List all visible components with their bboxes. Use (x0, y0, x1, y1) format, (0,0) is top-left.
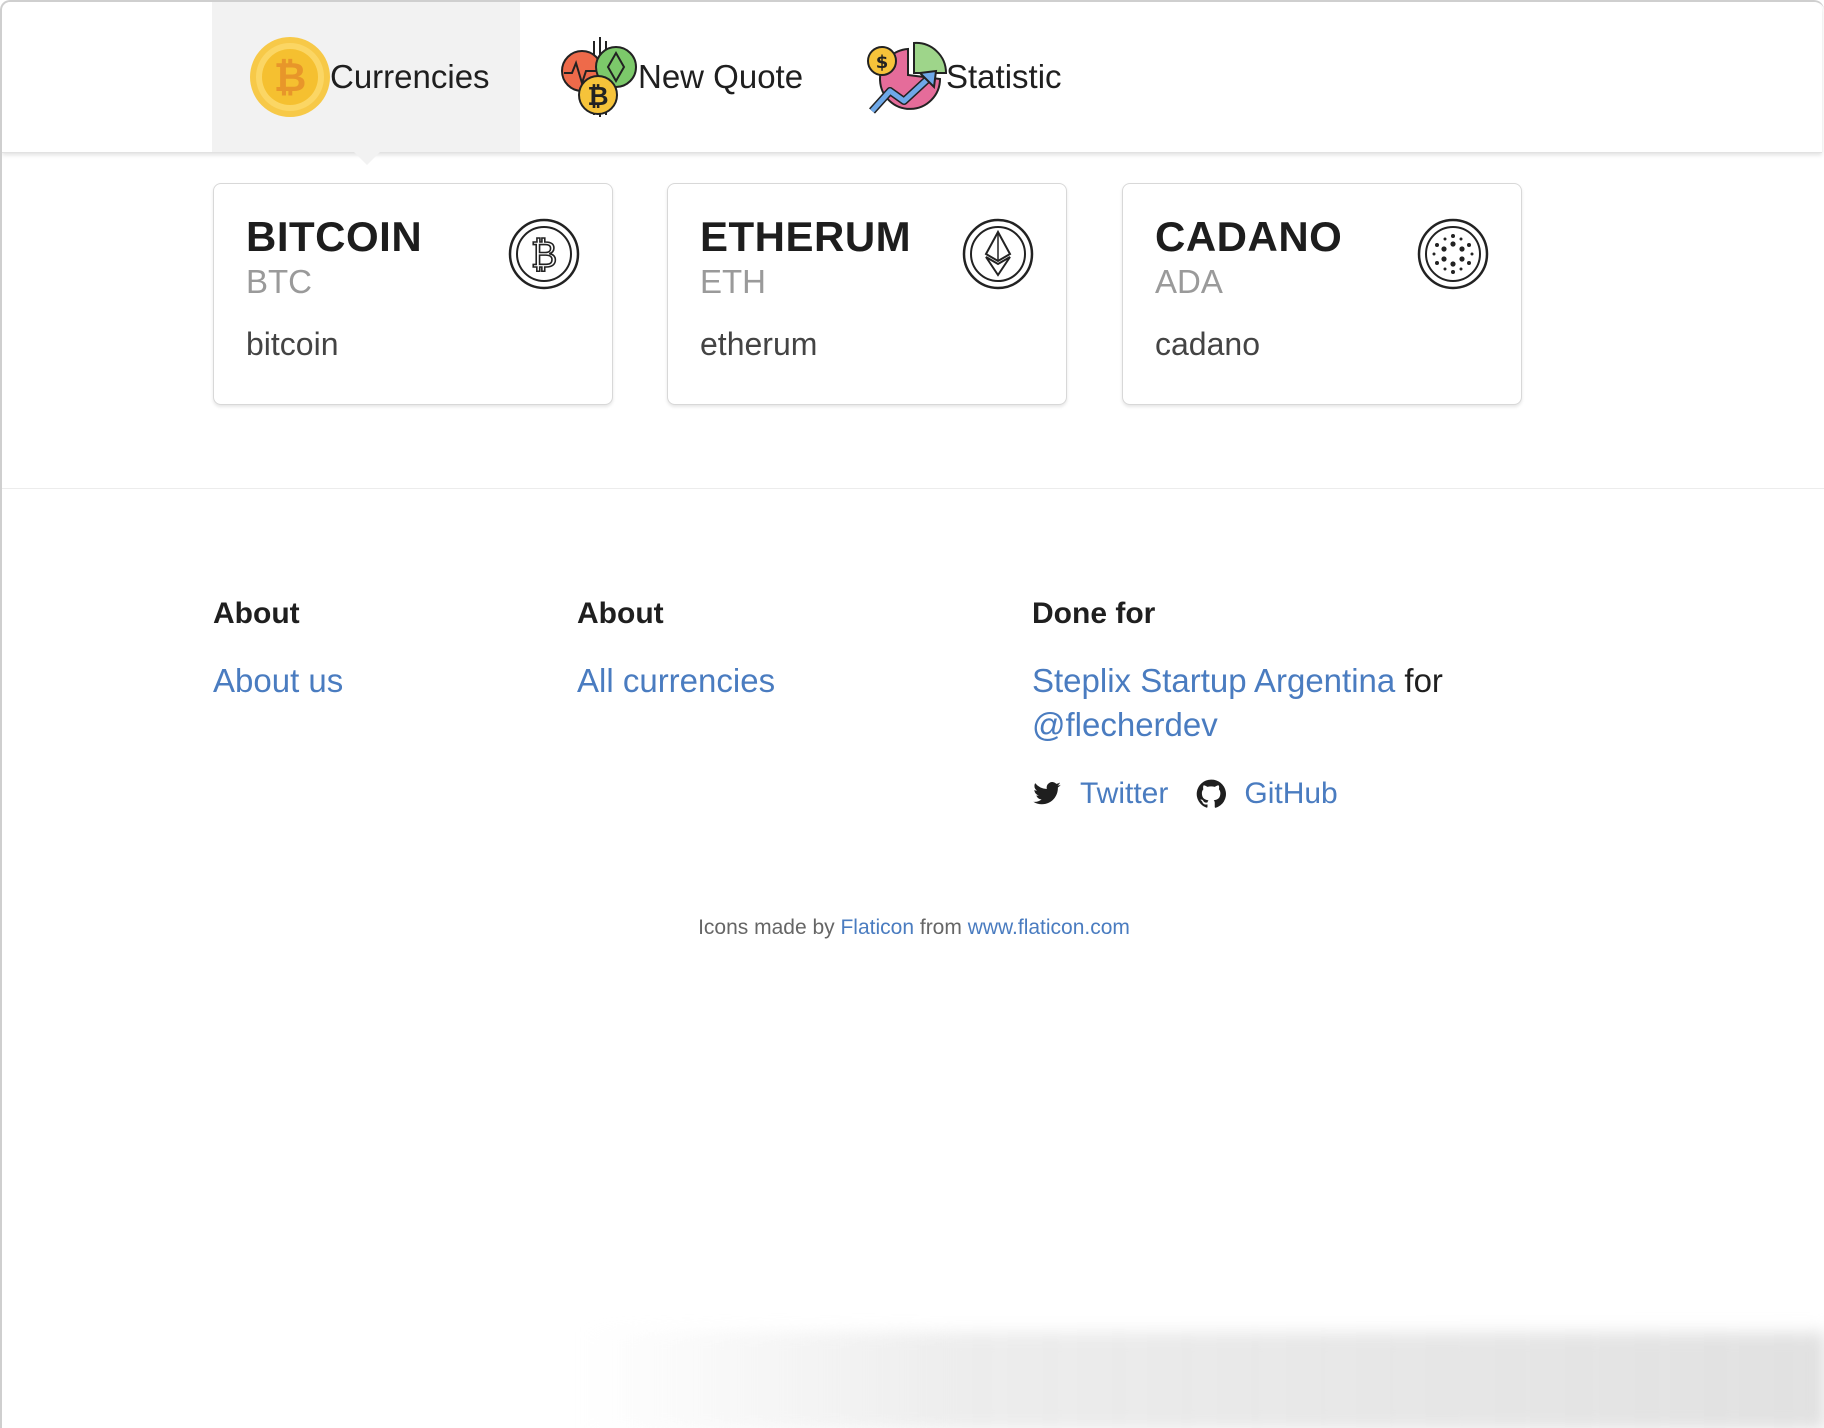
bitcoin-outline-icon: ₿ (508, 218, 580, 290)
for-text: for (1404, 662, 1443, 699)
nav-tab-statistic[interactable]: $ Statistic (828, 2, 1118, 152)
currency-card-etherum[interactable]: ETHERUM ETH etherum (667, 183, 1067, 405)
credits-middle: from (919, 916, 962, 939)
browser-frame: ₿ Currencies ₿ New Quote $ Statistic BIT… (0, 0, 1824, 1428)
nav-tab-label: New Quote (638, 58, 804, 95)
nav-tab-new-quote[interactable]: ₿ New Quote (520, 2, 828, 152)
nav-tab-label: Statistic (946, 58, 1062, 95)
svg-text:₿: ₿ (587, 82, 608, 112)
ethereum-outline-icon (962, 218, 1034, 290)
credits-prefix: Icons made by (698, 916, 835, 939)
github-link[interactable]: GitHub (1244, 777, 1337, 811)
footer-col-about: About About us (213, 592, 343, 703)
nav-tab-currencies[interactable]: ₿ Currencies (212, 2, 520, 152)
svg-text:$: $ (876, 52, 889, 73)
footer-heading: Done for (1032, 597, 1156, 630)
section-divider (2, 488, 1824, 489)
currency-card-cadano[interactable]: CADANO ADA cadano (1122, 183, 1522, 405)
bitcoin-coin-icon: ₿ (250, 37, 330, 117)
icon-credits: Icons made by Flaticon from www.flaticon… (2, 916, 1824, 940)
all-currencies-link[interactable]: All currencies (577, 662, 775, 699)
flaticon-site-link[interactable]: www.flaticon.com (968, 916, 1130, 939)
top-navbar: ₿ Currencies ₿ New Quote $ Statistic (2, 2, 1822, 153)
about-us-link[interactable]: About us (213, 662, 343, 699)
currency-slug: cadano (1155, 326, 1260, 362)
twitter-icon (1033, 782, 1061, 805)
twitter-link[interactable]: Twitter (1080, 777, 1168, 811)
footer-heading: About (213, 597, 300, 630)
footer-col-currencies: About All currencies (577, 592, 775, 703)
steplix-startup-link[interactable]: Steplix Startup Argentina (1032, 662, 1395, 699)
footer-col-done-for: Done for Steplix Startup Argentina for @… (1032, 592, 1512, 811)
flaticon-author-link[interactable]: Flaticon (840, 916, 914, 939)
statistic-chart-icon: $ (867, 41, 948, 114)
social-links: Twitter GitHub (1032, 777, 1512, 811)
currency-slug: etherum (700, 326, 818, 362)
currency-card-bitcoin[interactable]: BITCOIN BTC bitcoin ₿ (213, 183, 613, 405)
bottom-shadow (582, 1332, 1824, 1428)
footer-heading: About (577, 597, 664, 630)
currency-slug: bitcoin (246, 326, 339, 362)
github-icon (1197, 779, 1227, 808)
svg-text:₿: ₿ (274, 55, 307, 101)
nav-tab-label: Currencies (330, 58, 490, 95)
active-tab-pointer (354, 152, 380, 165)
flecherdev-handle-link[interactable]: @flecherdev (1032, 706, 1218, 743)
crypto-quote-icon: ₿ (561, 37, 637, 117)
cardano-outline-icon (1417, 218, 1489, 290)
svg-text:₿: ₿ (531, 235, 558, 276)
